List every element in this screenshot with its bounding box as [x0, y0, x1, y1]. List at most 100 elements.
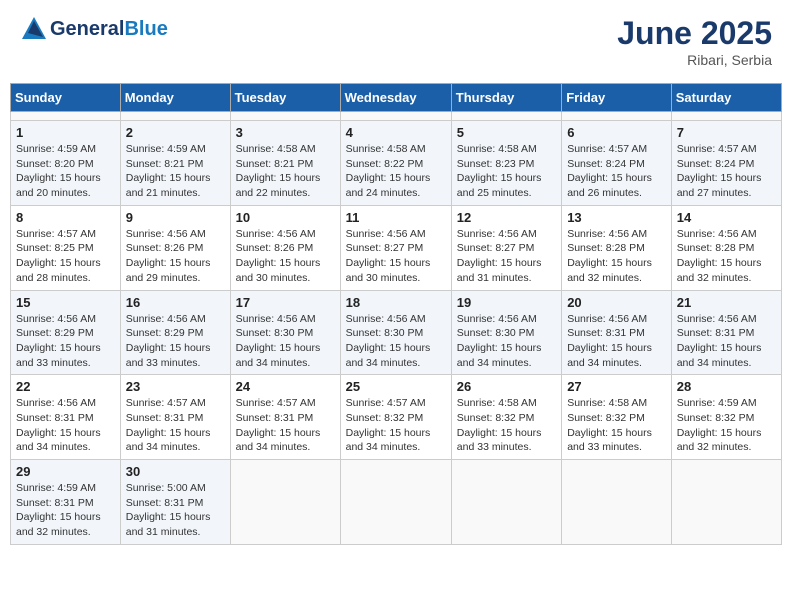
column-header-sunday: Sunday [11, 84, 121, 112]
day-number: 17 [236, 295, 335, 310]
day-info: Sunrise: 4:58 AMSunset: 8:32 PMDaylight:… [567, 396, 666, 455]
calendar-week-1: 1 Sunrise: 4:59 AMSunset: 8:20 PMDaylight… [11, 121, 782, 206]
calendar-week-5: 29 Sunrise: 4:59 AMSunset: 8:31 PMDayligh… [11, 460, 782, 545]
day-number: 26 [457, 379, 556, 394]
day-number: 15 [16, 295, 115, 310]
day-info: Sunrise: 4:57 AMSunset: 8:24 PMDaylight:… [677, 142, 776, 201]
calendar-cell [230, 460, 340, 545]
day-info: Sunrise: 4:56 AMSunset: 8:28 PMDaylight:… [677, 227, 776, 286]
day-number: 12 [457, 210, 556, 225]
calendar-cell: 1 Sunrise: 4:59 AMSunset: 8:20 PMDaylight… [11, 121, 121, 206]
day-number: 18 [346, 295, 446, 310]
day-number: 30 [126, 464, 225, 479]
calendar-cell: 8 Sunrise: 4:57 AMSunset: 8:25 PMDaylight… [11, 205, 121, 290]
page-header: GeneralBlue June 2025 Ribari, Serbia [10, 10, 782, 73]
day-number: 8 [16, 210, 115, 225]
column-header-saturday: Saturday [671, 84, 781, 112]
calendar-cell: 10Sunrise: 4:56 AMSunset: 8:26 PMDayligh… [230, 205, 340, 290]
column-header-tuesday: Tuesday [230, 84, 340, 112]
day-info: Sunrise: 4:56 AMSunset: 8:27 PMDaylight:… [457, 227, 556, 286]
day-info: Sunrise: 4:57 AMSunset: 8:25 PMDaylight:… [16, 227, 115, 286]
calendar-cell [562, 112, 672, 121]
calendar-cell: 19Sunrise: 4:56 AMSunset: 8:30 PMDayligh… [451, 290, 561, 375]
calendar-cell: 5 Sunrise: 4:58 AMSunset: 8:23 PMDaylight… [451, 121, 561, 206]
calendar-cell: 23Sunrise: 4:57 AMSunset: 8:31 PMDayligh… [120, 375, 230, 460]
day-info: Sunrise: 4:56 AMSunset: 8:28 PMDaylight:… [567, 227, 666, 286]
calendar-week-2: 8 Sunrise: 4:57 AMSunset: 8:25 PMDaylight… [11, 205, 782, 290]
day-info: Sunrise: 4:59 AMSunset: 8:21 PMDaylight:… [126, 142, 225, 201]
calendar-week-4: 22Sunrise: 4:56 AMSunset: 8:31 PMDayligh… [11, 375, 782, 460]
day-info: Sunrise: 4:56 AMSunset: 8:31 PMDaylight:… [677, 312, 776, 371]
calendar-cell: 21 Sunrise: 4:56 AMSunset: 8:31 PMDayligh… [671, 290, 781, 375]
day-info: Sunrise: 4:58 AMSunset: 8:22 PMDaylight:… [346, 142, 446, 201]
logo-icon [20, 15, 48, 43]
calendar-cell: 16 Sunrise: 4:56 AMSunset: 8:29 PMDayligh… [120, 290, 230, 375]
day-number: 14 [677, 210, 776, 225]
day-number: 5 [457, 125, 556, 140]
day-number: 19 [457, 295, 556, 310]
calendar-week-0 [11, 112, 782, 121]
day-info: Sunrise: 4:59 AMSunset: 8:20 PMDaylight:… [16, 142, 115, 201]
calendar-cell [562, 460, 672, 545]
calendar-cell: 3Sunrise: 4:58 AMSunset: 8:21 PMDaylight… [230, 121, 340, 206]
title-area: June 2025 Ribari, Serbia [617, 15, 772, 68]
day-number: 1 [16, 125, 115, 140]
calendar-cell [340, 460, 451, 545]
calendar-cell: 15 Sunrise: 4:56 AMSunset: 8:29 PMDayligh… [11, 290, 121, 375]
calendar-cell [451, 112, 561, 121]
day-number: 16 [126, 295, 225, 310]
day-info: Sunrise: 4:56 AMSunset: 8:30 PMDaylight:… [346, 312, 446, 371]
logo: GeneralBlue [20, 15, 168, 43]
day-info: Sunrise: 4:56 AMSunset: 8:29 PMDaylight:… [16, 312, 115, 371]
day-info: Sunrise: 4:56 AMSunset: 8:26 PMDaylight:… [126, 227, 225, 286]
column-header-thursday: Thursday [451, 84, 561, 112]
day-number: 24 [236, 379, 335, 394]
day-info: Sunrise: 4:59 AMSunset: 8:32 PMDaylight:… [677, 396, 776, 455]
day-info: Sunrise: 4:56 AMSunset: 8:30 PMDaylight:… [236, 312, 335, 371]
calendar-cell: 20Sunrise: 4:56 AMSunset: 8:31 PMDayligh… [562, 290, 672, 375]
day-number: 3 [236, 125, 335, 140]
calendar-cell: 25Sunrise: 4:57 AMSunset: 8:32 PMDayligh… [340, 375, 451, 460]
day-number: 11 [346, 210, 446, 225]
day-info: Sunrise: 4:57 AMSunset: 8:32 PMDaylight:… [346, 396, 446, 455]
calendar-cell [120, 112, 230, 121]
calendar-cell: 26 Sunrise: 4:58 AMSunset: 8:32 PMDayligh… [451, 375, 561, 460]
day-info: Sunrise: 4:58 AMSunset: 8:32 PMDaylight:… [457, 396, 556, 455]
calendar-cell: 17 Sunrise: 4:56 AMSunset: 8:30 PMDayligh… [230, 290, 340, 375]
calendar-cell [230, 112, 340, 121]
calendar-cell [671, 460, 781, 545]
day-number: 9 [126, 210, 225, 225]
calendar-cell: 27 Sunrise: 4:58 AMSunset: 8:32 PMDayligh… [562, 375, 672, 460]
day-info: Sunrise: 4:59 AMSunset: 8:31 PMDaylight:… [16, 481, 115, 540]
day-number: 21 [677, 295, 776, 310]
calendar-cell: 13Sunrise: 4:56 AMSunset: 8:28 PMDayligh… [562, 205, 672, 290]
calendar-cell: 11 Sunrise: 4:56 AMSunset: 8:27 PMDayligh… [340, 205, 451, 290]
calendar-cell: 12 Sunrise: 4:56 AMSunset: 8:27 PMDayligh… [451, 205, 561, 290]
day-number: 4 [346, 125, 446, 140]
day-number: 23 [126, 379, 225, 394]
calendar-cell: 28 Sunrise: 4:59 AMSunset: 8:32 PMDayligh… [671, 375, 781, 460]
calendar-cell: 2Sunrise: 4:59 AMSunset: 8:21 PMDaylight… [120, 121, 230, 206]
calendar-cell: 22Sunrise: 4:56 AMSunset: 8:31 PMDayligh… [11, 375, 121, 460]
day-number: 20 [567, 295, 666, 310]
column-header-wednesday: Wednesday [340, 84, 451, 112]
column-header-monday: Monday [120, 84, 230, 112]
page-title: June 2025 [617, 15, 772, 52]
day-number: 6 [567, 125, 666, 140]
calendar-cell: 29 Sunrise: 4:59 AMSunset: 8:31 PMDayligh… [11, 460, 121, 545]
day-info: Sunrise: 4:56 AMSunset: 8:27 PMDaylight:… [346, 227, 446, 286]
day-number: 27 [567, 379, 666, 394]
day-info: Sunrise: 4:56 AMSunset: 8:29 PMDaylight:… [126, 312, 225, 371]
calendar-cell [671, 112, 781, 121]
calendar-week-3: 15 Sunrise: 4:56 AMSunset: 8:29 PMDayligh… [11, 290, 782, 375]
calendar-table: SundayMondayTuesdayWednesdayThursdayFrid… [10, 83, 782, 545]
day-number: 28 [677, 379, 776, 394]
day-info: Sunrise: 4:57 AMSunset: 8:31 PMDaylight:… [236, 396, 335, 455]
day-number: 29 [16, 464, 115, 479]
day-info: Sunrise: 5:00 AMSunset: 8:31 PMDaylight:… [126, 481, 225, 540]
day-number: 22 [16, 379, 115, 394]
day-info: Sunrise: 4:58 AMSunset: 8:23 PMDaylight:… [457, 142, 556, 201]
calendar-cell [340, 112, 451, 121]
page-subtitle: Ribari, Serbia [617, 52, 772, 68]
day-info: Sunrise: 4:56 AMSunset: 8:26 PMDaylight:… [236, 227, 335, 286]
